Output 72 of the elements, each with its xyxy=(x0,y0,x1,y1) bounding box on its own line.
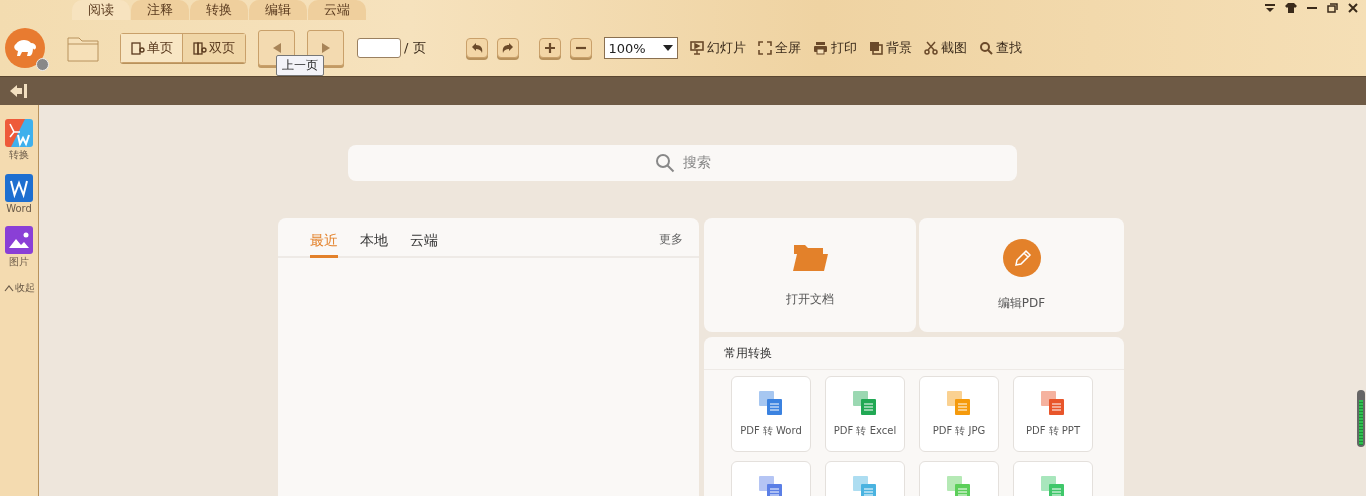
search-placeholder: 搜索 xyxy=(682,154,711,172)
conversion-icon xyxy=(947,391,971,415)
restore-icon[interactable] xyxy=(1327,3,1338,13)
triangle-left-icon xyxy=(271,42,282,54)
conversion-tile[interactable]: PDF 转 Word xyxy=(731,376,811,452)
toolbar-button[interactable]: 全屏 xyxy=(757,39,801,57)
collapse-sidebar-icon[interactable] xyxy=(9,83,28,99)
conversion-icon xyxy=(759,476,783,496)
quick-action-card[interactable]: 打开文档 xyxy=(704,218,916,332)
toolbar-button[interactable]: 查找 xyxy=(978,39,1022,57)
volume-meter-drawing xyxy=(1357,390,1365,447)
view-mode-button[interactable]: 单页 xyxy=(121,34,183,62)
more-link[interactable]: 更多 xyxy=(659,231,683,256)
conversion-tile[interactable]: PDF 转 PPT xyxy=(1013,376,1093,452)
scissors-icon xyxy=(923,41,938,55)
word-icon xyxy=(5,174,33,202)
search-field[interactable]: 搜索 xyxy=(348,145,1017,181)
toolbar-button[interactable]: 背景 xyxy=(868,39,912,57)
file-tab[interactable]: 本地 xyxy=(360,232,388,258)
sidebar-item[interactable]: 图片 xyxy=(5,226,33,269)
conversion-tile[interactable]: PDF 转 JPG xyxy=(919,376,999,452)
caret-icon xyxy=(662,45,673,51)
toolbar-button[interactable]: 打印 xyxy=(812,39,857,57)
conversion-tile[interactable]: PDF 转 Excel xyxy=(825,376,905,452)
slideshow-icon xyxy=(689,41,704,55)
menu-tab[interactable]: 编辑 xyxy=(249,0,307,20)
toolbar-button[interactable]: 截图 xyxy=(923,39,967,57)
folder-icon xyxy=(792,242,828,273)
shirt-icon[interactable] xyxy=(1285,3,1297,13)
file-tab[interactable]: 云端 xyxy=(410,232,438,258)
conversion-icon xyxy=(947,476,971,496)
conversion-icon xyxy=(1041,391,1065,415)
zoom-in-button[interactable] xyxy=(538,38,561,58)
conversion-icon xyxy=(853,476,877,496)
toolbar-button[interactable]: 幻灯片 xyxy=(689,39,746,57)
menu-tab[interactable]: 注释 xyxy=(131,0,189,20)
page-total-label: / 页 xyxy=(404,39,426,57)
zoom-out-button[interactable] xyxy=(569,38,592,58)
section-title: 常用转换 xyxy=(704,337,1124,370)
pdf-to-word-icon xyxy=(5,119,33,147)
undo-button[interactable] xyxy=(465,38,488,58)
single-page-icon xyxy=(130,41,145,55)
sidebar-item[interactable]: 转换 xyxy=(5,119,33,162)
collapse-link[interactable]: 收起 xyxy=(14,281,35,295)
search-icon xyxy=(978,41,993,55)
close-icon[interactable] xyxy=(1348,3,1358,13)
search-icon xyxy=(654,153,675,173)
sidebar-item[interactable]: Word xyxy=(5,174,33,214)
undo-icon xyxy=(470,42,483,54)
printer-icon xyxy=(812,41,828,55)
double-page-icon xyxy=(193,41,207,55)
chevron-up-icon[interactable] xyxy=(3,284,14,292)
menu-tab[interactable]: 云端 xyxy=(308,0,366,20)
quick-action-card[interactable]: 编辑PDF xyxy=(919,218,1124,332)
conversion-icon xyxy=(1041,476,1065,496)
tooltip: 上一页 xyxy=(276,55,324,76)
redo-button[interactable] xyxy=(496,38,519,58)
plus-icon xyxy=(543,42,556,54)
triangle-right-icon xyxy=(320,42,331,54)
conversion-icon xyxy=(853,391,877,415)
view-mode-button[interactable]: 双页 xyxy=(183,34,245,62)
redo-icon xyxy=(501,42,514,54)
dropdown-menu-icon[interactable] xyxy=(1265,3,1275,13)
image-icon xyxy=(5,226,33,254)
zoom-dropdown[interactable]: 100% xyxy=(603,37,678,59)
pencil-icon xyxy=(1002,238,1041,277)
menu-tab[interactable]: 转换 xyxy=(190,0,248,20)
conversion-icon xyxy=(759,391,783,415)
page-number-field[interactable] xyxy=(357,38,401,58)
menu-tab[interactable]: 阅读 xyxy=(72,0,130,20)
layers-icon xyxy=(868,41,883,55)
fullscreen-icon xyxy=(757,41,772,55)
